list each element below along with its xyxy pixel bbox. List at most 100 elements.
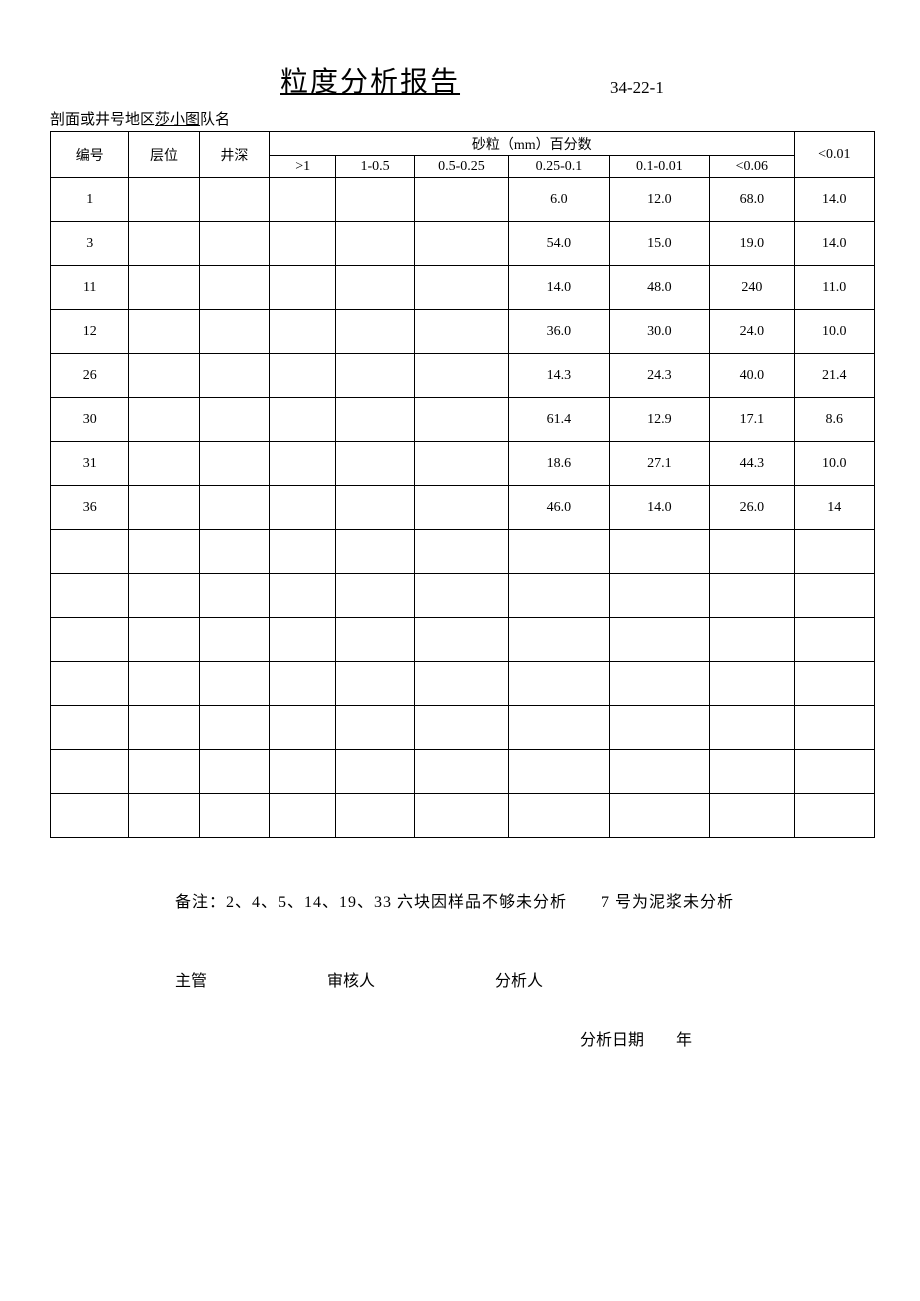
table-cell [129,310,199,354]
table-row [51,662,875,706]
table-cell [609,662,709,706]
table-cell: 27.1 [609,442,709,486]
table-cell [199,310,269,354]
table-cell [51,706,129,750]
table-cell [509,574,609,618]
notes: 备注：2、4、5、14、19、33 六块因样品不够未分析 7 号为泥浆未分析 [175,888,875,912]
th-col-5: <0.06 [710,156,794,178]
table-cell [609,750,709,794]
table-cell: 6.0 [509,178,609,222]
table-cell: 36 [51,486,129,530]
table-cell [270,574,336,618]
table-cell [794,618,874,662]
table-cell [199,266,269,310]
table-body: 16.012.068.014.0354.015.019.014.01114.04… [51,178,875,838]
table-cell: 12 [51,310,129,354]
table-cell [336,222,414,266]
table-cell [270,178,336,222]
table-cell: 11 [51,266,129,310]
table-cell [199,486,269,530]
table-cell: 61.4 [509,398,609,442]
table-cell: 14.0 [609,486,709,530]
table-cell: 12.9 [609,398,709,442]
table-cell [336,662,414,706]
table-cell [509,530,609,574]
table-row [51,574,875,618]
table-row: 3646.014.026.014 [51,486,875,530]
table-cell: 18.6 [509,442,609,486]
table-cell: 1 [51,178,129,222]
table-cell [710,530,794,574]
table-cell: 14.0 [794,178,874,222]
table-cell [794,750,874,794]
table-cell [129,706,199,750]
table-cell [710,574,794,618]
table-row: 1 6.012.068.014.0 [51,178,875,222]
table-cell: 19.0 [710,222,794,266]
th-sand-group: 砂粒（mm）百分数 [270,132,795,156]
table-cell [336,310,414,354]
table-cell [414,310,508,354]
table-cell [794,574,874,618]
table-cell [270,354,336,398]
table-cell [129,178,199,222]
table-cell [199,662,269,706]
table-cell: 24.0 [710,310,794,354]
meta-location: 莎小图 [155,112,200,128]
table-row [51,706,875,750]
table-cell: 68.0 [710,178,794,222]
table-cell [509,794,609,838]
table-cell [794,794,874,838]
table-cell: 10.0 [794,310,874,354]
table-row [51,794,875,838]
th-col-2: 0.5-0.25 [414,156,508,178]
meta-prefix: 剖面或井号地区 [50,112,155,128]
analysis-date: 分析日期 年 [580,1026,875,1050]
table-cell [336,442,414,486]
table-cell [129,354,199,398]
table-cell [270,530,336,574]
table-cell: 24.3 [609,354,709,398]
table-cell [270,750,336,794]
table-cell [509,662,609,706]
table-cell [199,442,269,486]
table-cell [414,178,508,222]
table-cell [414,750,508,794]
table-cell [199,398,269,442]
table-cell [414,266,508,310]
table-cell [509,750,609,794]
table-cell [336,574,414,618]
table-cell [509,618,609,662]
table-cell [270,222,336,266]
table-row: 354.015.019.014.0 [51,222,875,266]
table-cell: 10.0 [794,442,874,486]
table-cell: 12.0 [609,178,709,222]
table-cell: 21.4 [794,354,874,398]
table-cell [270,794,336,838]
table-cell: 8.6 [794,398,874,442]
table-cell: 14 [794,486,874,530]
table-cell [270,662,336,706]
table-row: 30 61.412.917.18.6 [51,398,875,442]
table-cell [609,706,709,750]
signature-row: 主管 审核人 分析人 [175,967,875,991]
table-cell [129,222,199,266]
table-cell [270,398,336,442]
table-cell: 14.0 [509,266,609,310]
table-cell: 30 [51,398,129,442]
table-row: 2614.324.340.021.4 [51,354,875,398]
table-cell [609,794,709,838]
th-col-1: 1-0.5 [336,156,414,178]
table-cell [710,794,794,838]
th-depth: 井深 [199,132,269,178]
table-cell [509,706,609,750]
table-cell: 31 [51,442,129,486]
table-row: 3118.627.144.310.0 [51,442,875,486]
table-cell: 17.1 [710,398,794,442]
table-cell [336,706,414,750]
table-cell [129,442,199,486]
table-cell [710,662,794,706]
table-cell [270,486,336,530]
table-cell [414,354,508,398]
table-cell [199,750,269,794]
